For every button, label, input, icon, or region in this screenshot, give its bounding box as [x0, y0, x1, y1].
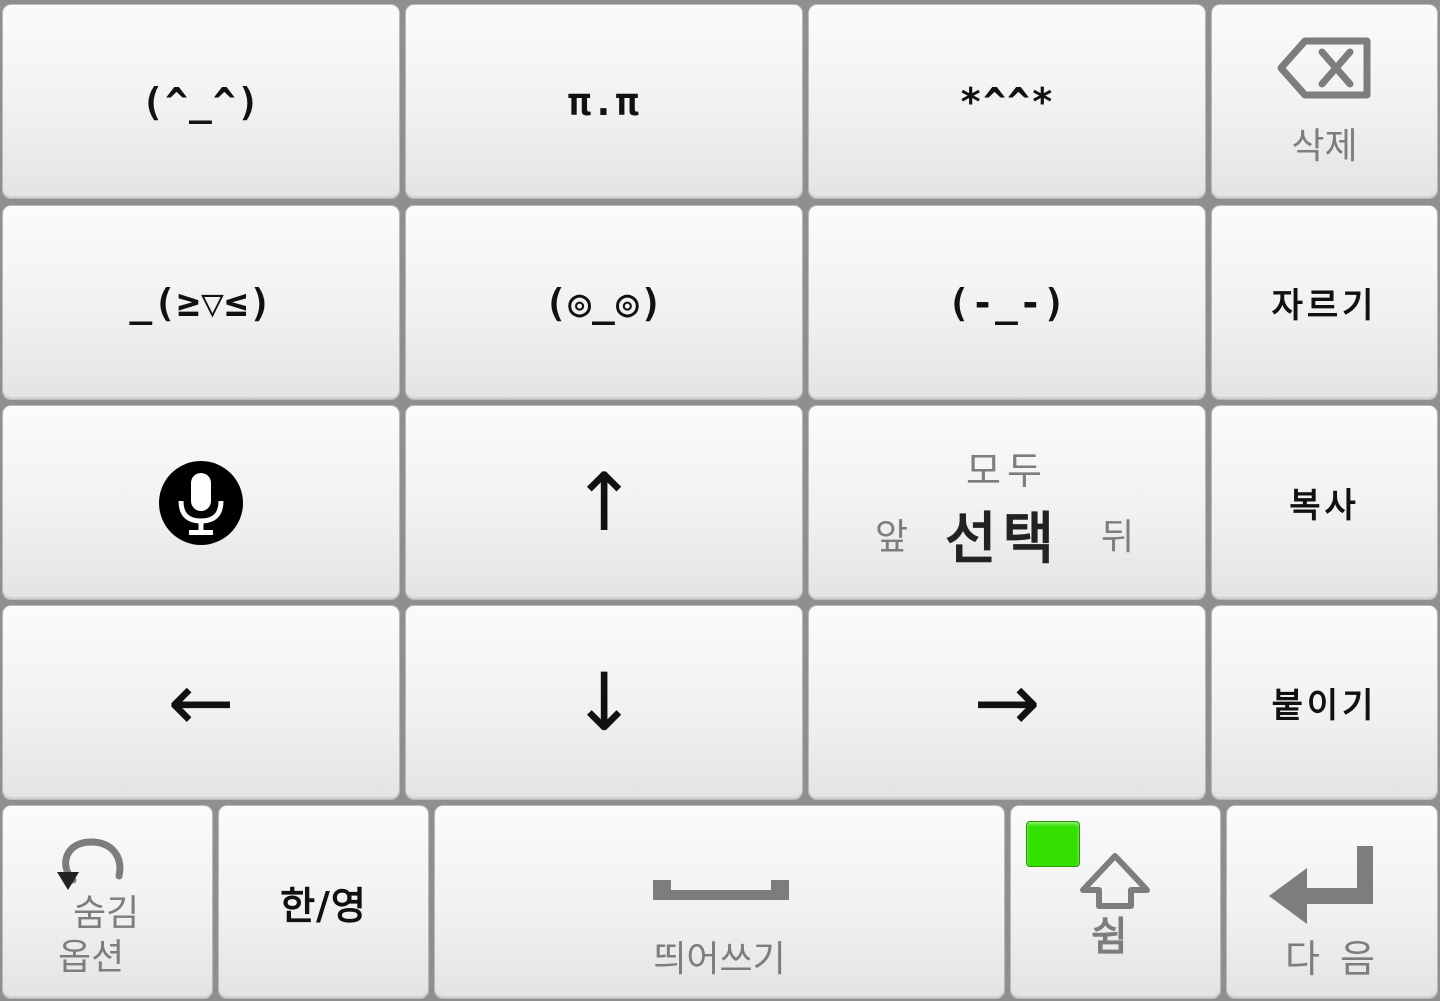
language-toggle-label: 한/영: [280, 883, 367, 928]
cut-key[interactable]: 자르기: [1211, 205, 1438, 400]
enter-icon: [1269, 846, 1373, 924]
select-front-label[interactable]: 앞: [875, 508, 908, 560]
shift-label: 쉼: [1091, 914, 1128, 960]
select-all-label[interactable]: 모두: [809, 440, 1205, 495]
up-arrow-icon: ↑: [570, 455, 638, 549]
right-arrow-icon: →: [973, 655, 1041, 749]
cursor-up-key[interactable]: ↑: [405, 405, 803, 600]
emoticon-key-2[interactable]: π.π: [405, 4, 803, 199]
emoticon-key-3[interactable]: *^^*: [808, 4, 1206, 199]
next-key[interactable]: 다 음: [1226, 805, 1438, 999]
emoticon-key-1[interactable]: (^_^): [2, 4, 400, 199]
space-label: 띄어쓰기: [653, 939, 786, 980]
emoticon-label: *^^*: [959, 79, 1055, 124]
emoticon-key-6[interactable]: (-_-): [808, 205, 1206, 400]
select-key[interactable]: 모두 앞 선택 뒤: [808, 405, 1206, 600]
emoticon-key-4[interactable]: _(≥▽≤): [2, 205, 400, 400]
option-label: 옵션: [58, 937, 125, 978]
delete-label: 삭제: [1291, 125, 1358, 167]
shift-indicator: [1026, 821, 1080, 867]
emoticon-label: _(≥▽≤): [129, 280, 273, 325]
cut-label: 자르기: [1271, 286, 1378, 326]
voice-input-key[interactable]: [2, 405, 400, 600]
space-bar-icon: [653, 880, 789, 900]
microphone-icon: [159, 460, 243, 545]
copy-label: 복사: [1289, 486, 1360, 526]
paste-key[interactable]: 붙이기: [1211, 605, 1438, 800]
language-toggle-key[interactable]: 한/영: [218, 805, 429, 999]
emoticon-label: (◎_◎): [544, 280, 664, 325]
delete-key[interactable]: 삭제: [1211, 4, 1438, 199]
shift-key[interactable]: 쉼: [1010, 805, 1221, 999]
select-main-label[interactable]: 선택: [945, 494, 1060, 575]
emoticon-key-5[interactable]: (◎_◎): [405, 205, 803, 400]
down-arrow-icon: ↓: [570, 655, 638, 749]
emoticon-label: (^_^): [141, 79, 261, 124]
cursor-down-key[interactable]: ↓: [405, 605, 803, 800]
left-arrow-icon: ←: [167, 655, 235, 749]
next-label: 다 음: [1285, 937, 1379, 981]
emoticon-label: (-_-): [947, 280, 1067, 325]
backspace-icon: [1277, 37, 1370, 98]
paste-label: 붙이기: [1271, 686, 1378, 726]
copy-key[interactable]: 복사: [1211, 405, 1438, 600]
keyboard: (^_^) π.π *^^* 삭제 _(≥▽≤) (◎_◎) (-_-) 자르기: [0, 0, 1440, 1001]
shift-arrow-icon: [1080, 853, 1150, 909]
emoticon-label: π.π: [568, 79, 640, 124]
cursor-right-key[interactable]: →: [808, 605, 1206, 800]
cursor-left-key[interactable]: ←: [2, 605, 400, 800]
space-key[interactable]: 띄어쓰기: [434, 805, 1005, 999]
hide-options-key[interactable]: 숨김 옵션: [2, 805, 213, 999]
select-back-label[interactable]: 뒤: [1101, 508, 1134, 560]
